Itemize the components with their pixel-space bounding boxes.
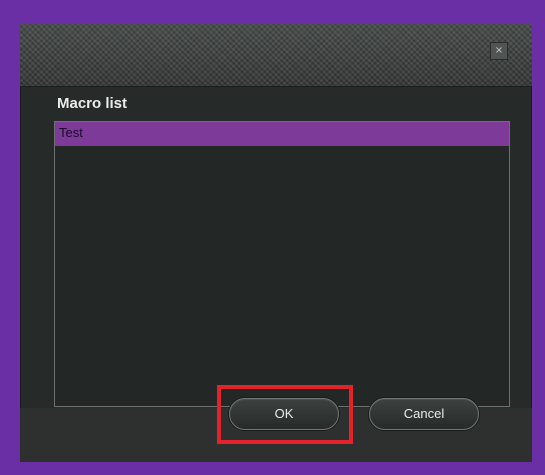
macro-listbox[interactable]: Test (54, 121, 510, 407)
list-item[interactable]: Test (55, 122, 509, 146)
background-frame: × Macro list Test OK Cancel (0, 0, 545, 475)
list-title: Macro list (57, 95, 128, 112)
dialog-titlebar[interactable]: × (20, 24, 532, 87)
ok-button[interactable]: OK (229, 398, 339, 430)
cancel-button[interactable]: Cancel (369, 398, 479, 430)
macro-list-dialog: × Macro list Test (20, 24, 532, 462)
close-icon[interactable]: × (490, 42, 508, 60)
